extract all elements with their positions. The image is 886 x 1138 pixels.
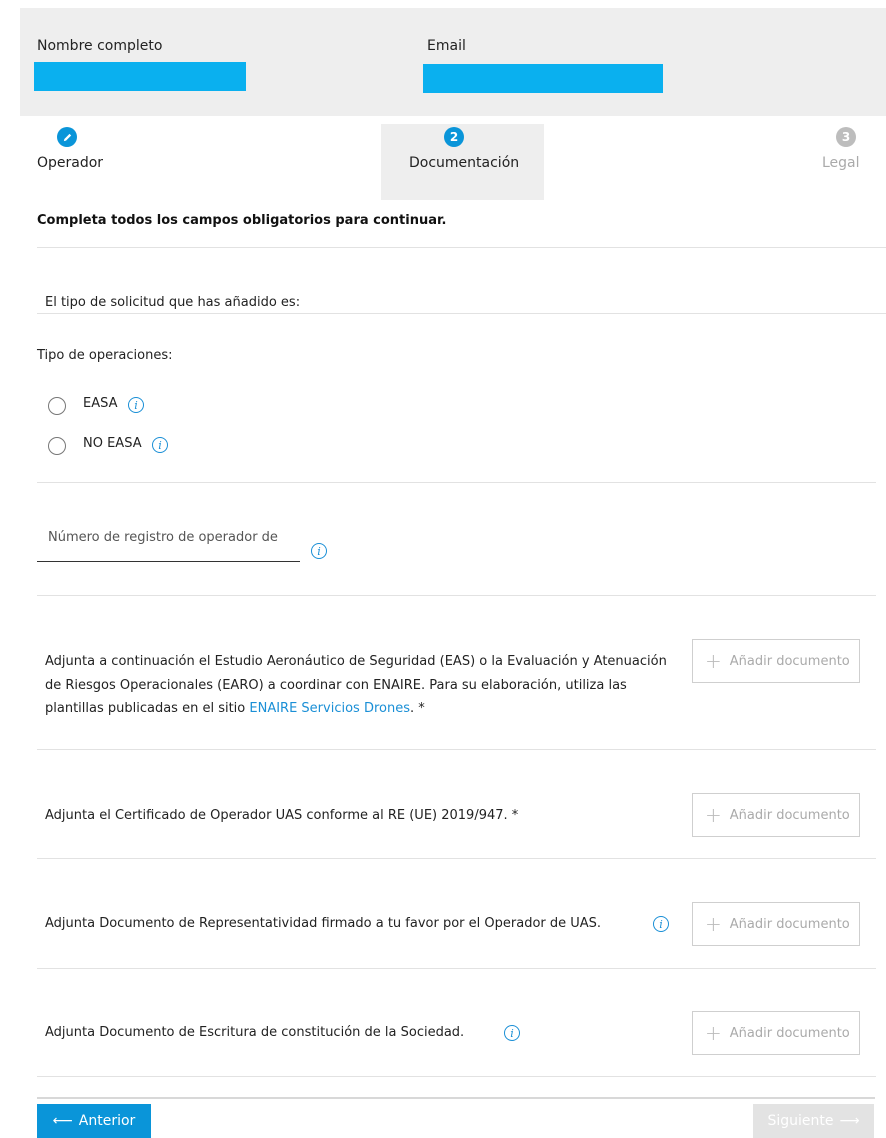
step-3-circle[interactable]: 3 (836, 127, 856, 147)
document-certificate-description: Adjunta el Certificado de Operador UAS c… (45, 808, 519, 823)
plus-icon: + (705, 912, 722, 936)
step-2-label[interactable]: Documentación (409, 155, 519, 171)
enaire-drones-link[interactable]: ENAIRE Servicios Drones (249, 701, 410, 716)
step-1-circle[interactable] (57, 127, 77, 147)
radio-no-easa-label[interactable]: NO EASA (83, 436, 142, 451)
step-2-circle[interactable]: 2 (444, 127, 464, 147)
document-representation-description: Adjunta Documento de Representatividad f… (45, 916, 602, 931)
add-document-button[interactable]: + Añadir documento (692, 1011, 860, 1055)
plus-icon: + (705, 803, 722, 827)
info-icon[interactable]: i (311, 543, 327, 559)
required-fields-notice: Completa todos los campos obligatorios p… (37, 213, 447, 228)
divider (37, 1076, 876, 1077)
divider (37, 858, 876, 859)
divider (37, 749, 876, 750)
operator-registration-input[interactable]: Número de registro de operador de (48, 530, 300, 545)
divider (37, 247, 886, 248)
name-value-redacted (34, 62, 246, 91)
previous-button[interactable]: ⟵ Anterior (37, 1104, 151, 1138)
add-document-button[interactable]: + Añadir documento (692, 793, 860, 837)
name-label: Nombre completo (37, 38, 163, 54)
document-deed-description: Adjunta Documento de Escritura de consti… (45, 1025, 465, 1040)
radio-easa-label[interactable]: EASA (83, 396, 118, 411)
radio-easa[interactable] (48, 397, 66, 415)
info-icon[interactable]: i (653, 916, 669, 932)
pencil-icon (63, 133, 71, 141)
plus-icon: + (705, 1021, 722, 1045)
divider (37, 968, 876, 969)
divider (37, 313, 886, 314)
email-value-redacted (423, 64, 663, 93)
step-3-label[interactable]: Legal (822, 155, 860, 171)
request-type-text: El tipo de solicitud que has añadido es: (45, 295, 301, 310)
info-icon[interactable]: i (152, 437, 168, 453)
divider (37, 595, 876, 596)
info-icon[interactable]: i (504, 1025, 520, 1041)
divider (37, 482, 876, 483)
document-eas-description: Adjunta a continuación el Estudio Aeroná… (45, 654, 667, 716)
operations-type-label: Tipo de operaciones: (37, 348, 173, 363)
step-1-label[interactable]: Operador (37, 155, 103, 171)
radio-no-easa[interactable] (48, 437, 66, 455)
plus-icon: + (705, 649, 722, 673)
footer-divider (37, 1097, 875, 1099)
add-document-button[interactable]: + Añadir documento (692, 639, 860, 683)
add-document-button[interactable]: + Añadir documento (692, 902, 860, 946)
next-button[interactable]: Siguiente ⟶ (753, 1104, 874, 1138)
info-icon[interactable]: i (128, 397, 144, 413)
arrow-right-icon: ⟶ (839, 1113, 860, 1129)
email-label: Email (427, 38, 466, 54)
input-underline (37, 561, 300, 562)
arrow-left-icon: ⟵ (52, 1113, 73, 1129)
